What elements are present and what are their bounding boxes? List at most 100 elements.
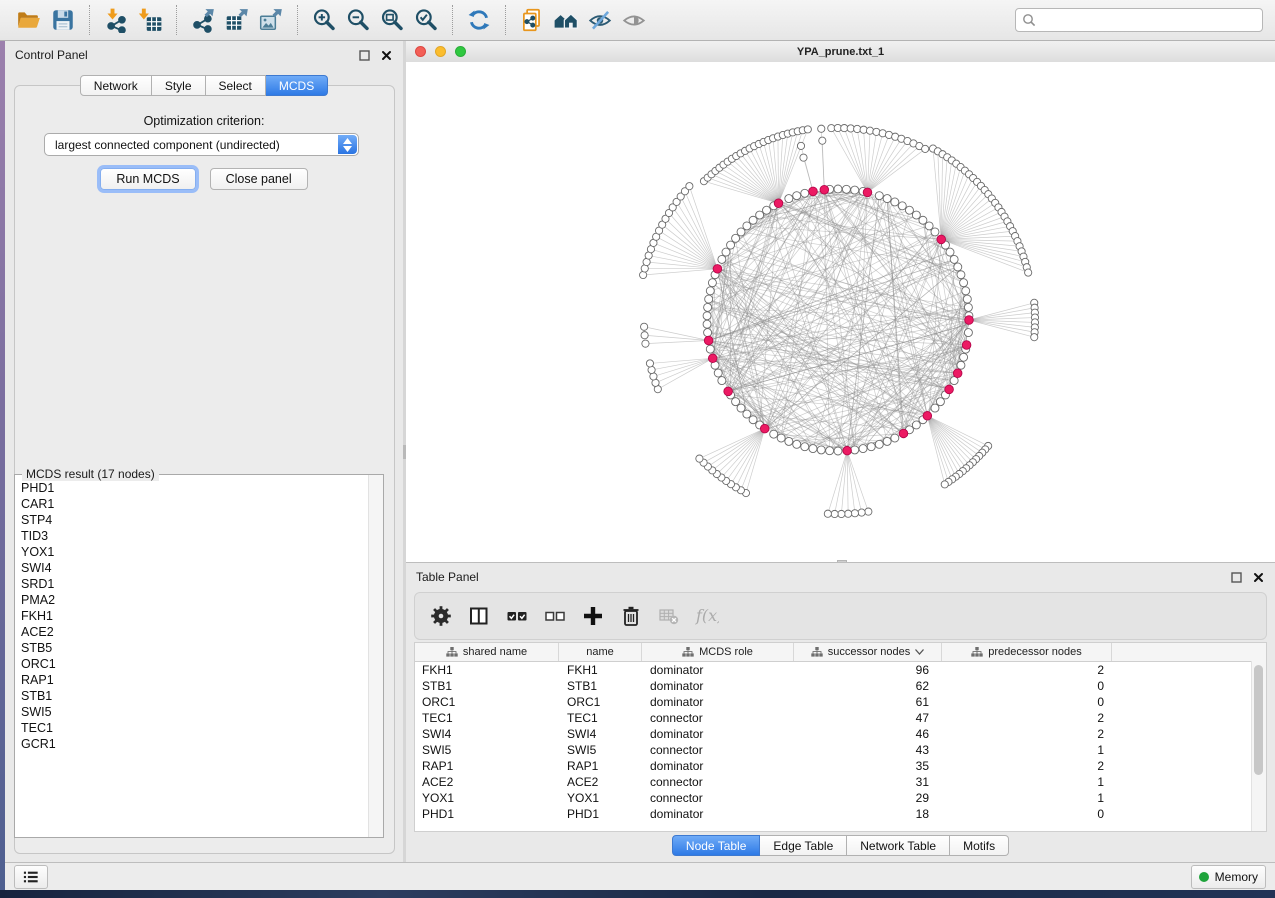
graph-leaf-node[interactable]: [804, 126, 811, 133]
deselect-all-icon[interactable]: [543, 604, 567, 628]
table-tab-edge-table[interactable]: Edge Table: [760, 835, 847, 856]
cell-shared-name[interactable]: PHD1: [415, 807, 559, 821]
import-table-icon[interactable]: [133, 4, 167, 36]
cell-MCDS-role[interactable]: connector: [642, 791, 794, 805]
graph-node[interactable]: [875, 192, 883, 200]
cell-MCDS-role[interactable]: dominator: [642, 807, 794, 821]
trash-icon[interactable]: [619, 604, 643, 628]
criterion-select[interactable]: largest connected component (undirected): [44, 133, 359, 156]
memory-button[interactable]: Memory: [1191, 865, 1266, 889]
tab-mcds[interactable]: MCDS: [266, 75, 328, 96]
close-table-panel-icon[interactable]: [1252, 571, 1265, 584]
hide-details-icon[interactable]: [583, 4, 617, 36]
table-row[interactable]: ACE2ACE2connector311: [415, 774, 1266, 790]
graph-node[interactable]: [706, 345, 714, 353]
graph-leaf-node[interactable]: [646, 360, 653, 367]
close-panel-button[interactable]: Close panel: [210, 168, 308, 190]
table-row[interactable]: YOX1YOX1connector291: [415, 790, 1266, 806]
graph-node[interactable]: [931, 404, 939, 412]
mcds-result-item[interactable]: YOX1: [21, 544, 369, 560]
mcds-result-item[interactable]: GCR1: [21, 736, 369, 752]
cell-predecessor-nodes[interactable]: 0: [942, 807, 1112, 821]
graph-node[interactable]: [859, 445, 867, 453]
graph-node[interactable]: [737, 404, 745, 412]
cell-MCDS-role[interactable]: dominator: [642, 759, 794, 773]
cell-name[interactable]: STB1: [559, 679, 642, 693]
add-icon[interactable]: [581, 604, 605, 628]
float-table-panel-icon[interactable]: [1230, 571, 1243, 584]
graph-node[interactable]: [749, 216, 757, 224]
graph-hub-node[interactable]: [820, 185, 829, 194]
graph-node[interactable]: [957, 361, 965, 369]
network-window-titlebar[interactable]: YPA_prune.txt_1: [406, 41, 1275, 63]
graph-node[interactable]: [946, 248, 954, 256]
cell-MCDS-role[interactable]: connector: [642, 743, 794, 757]
graph-leaf-node[interactable]: [1031, 334, 1038, 341]
mcds-result-item[interactable]: STB5: [21, 640, 369, 656]
show-details-icon[interactable]: [617, 4, 651, 36]
column-header-predecessor-nodes[interactable]: predecessor nodes: [942, 643, 1112, 661]
cell-predecessor-nodes[interactable]: 2: [942, 663, 1112, 677]
cell-shared-name[interactable]: TEC1: [415, 711, 559, 725]
graph-leaf-node[interactable]: [641, 332, 648, 339]
graph-node[interactable]: [770, 430, 778, 438]
table-tab-network-table[interactable]: Network Table: [847, 835, 950, 856]
graph-node[interactable]: [936, 398, 944, 406]
cell-name[interactable]: RAP1: [559, 759, 642, 773]
graph-leaf-node[interactable]: [797, 142, 804, 149]
graph-node[interactable]: [851, 446, 859, 454]
float-panel-icon[interactable]: [358, 49, 371, 62]
graph-hub-node[interactable]: [708, 354, 717, 363]
graph-leaf-node[interactable]: [851, 510, 858, 517]
import-network-icon[interactable]: [99, 4, 133, 36]
cell-MCDS-role[interactable]: connector: [642, 711, 794, 725]
cell-name[interactable]: YOX1: [559, 791, 642, 805]
graph-node[interactable]: [950, 255, 958, 263]
graph-node[interactable]: [875, 440, 883, 448]
cell-name[interactable]: TEC1: [559, 711, 642, 725]
graph-leaf-node[interactable]: [800, 154, 807, 161]
graph-node[interactable]: [842, 185, 850, 193]
mcds-result-item[interactable]: ORC1: [21, 656, 369, 672]
graph-hub-node[interactable]: [774, 199, 783, 208]
graph-node[interactable]: [851, 186, 859, 194]
mcds-result-item[interactable]: TID3: [21, 528, 369, 544]
run-mcds-button[interactable]: Run MCDS: [100, 168, 195, 190]
mcds-result-item[interactable]: FKH1: [21, 608, 369, 624]
table-row[interactable]: SWI4SWI4dominator462: [415, 726, 1266, 742]
graph-leaf-node[interactable]: [1025, 269, 1032, 276]
select-all-icon[interactable]: [505, 604, 529, 628]
graph-node[interactable]: [722, 248, 730, 256]
graph-node[interactable]: [785, 437, 793, 445]
graph-node[interactable]: [756, 211, 764, 219]
graph-hub-node[interactable]: [923, 412, 932, 421]
zoom-in-icon[interactable]: [307, 4, 341, 36]
tab-style[interactable]: Style: [152, 75, 206, 96]
graph-hub-node[interactable]: [843, 446, 852, 455]
network-canvas[interactable]: [406, 62, 1275, 562]
graph-leaf-node[interactable]: [686, 183, 693, 190]
graph-hub-node[interactable]: [704, 336, 713, 345]
graph-node[interactable]: [732, 234, 740, 242]
mcds-result-item[interactable]: CAR1: [21, 496, 369, 512]
cell-successor-nodes[interactable]: 43: [794, 743, 942, 757]
graph-node[interactable]: [962, 287, 970, 295]
cell-MCDS-role[interactable]: dominator: [642, 727, 794, 741]
cell-name[interactable]: ORC1: [559, 695, 642, 709]
graph-node[interactable]: [718, 377, 726, 385]
graph-node[interactable]: [867, 443, 875, 451]
maximize-window-icon[interactable]: [455, 46, 466, 57]
graph-node[interactable]: [703, 320, 711, 328]
graph-node[interactable]: [834, 185, 842, 193]
table-row[interactable]: PHD1PHD1dominator180: [415, 806, 1266, 822]
graph-leaf-node[interactable]: [641, 323, 648, 330]
graph-node[interactable]: [905, 206, 913, 214]
column-header-MCDS-role[interactable]: MCDS role: [642, 643, 794, 661]
search-box[interactable]: [1015, 8, 1263, 32]
graph-leaf-node[interactable]: [831, 510, 838, 517]
table-row[interactable]: ORC1ORC1dominator610: [415, 694, 1266, 710]
graph-node[interactable]: [718, 255, 726, 263]
graph-node[interactable]: [817, 446, 825, 454]
columns-icon[interactable]: [467, 604, 491, 628]
graph-node[interactable]: [732, 398, 740, 406]
